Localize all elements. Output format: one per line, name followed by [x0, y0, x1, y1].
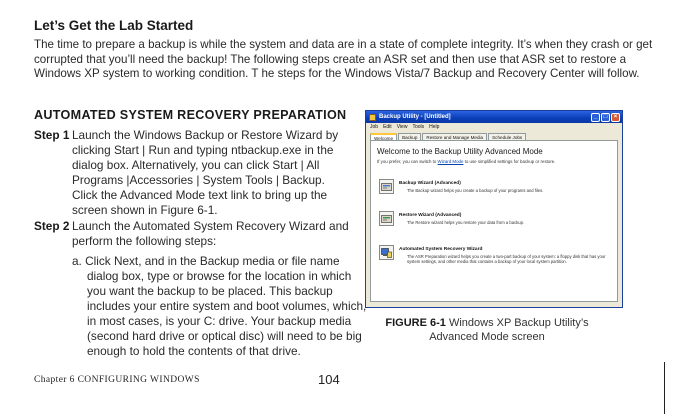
minimize-button[interactable]: _ [591, 112, 600, 122]
menu-edit[interactable]: Edit [383, 123, 392, 131]
backup-wizard-title: Backup Wizard (Advanced) [399, 181, 461, 186]
step-1-text: Launch the Windows Backup or Restore Wiz… [72, 128, 339, 217]
menu-help[interactable]: Help [429, 123, 439, 131]
footer-chapter: Chapter 6 CONFIGURING WINDOWS [34, 375, 200, 385]
page-number: 104 [318, 372, 340, 387]
menu-job[interactable]: Job [370, 123, 378, 131]
backup-wizard-icon [381, 182, 392, 191]
restore-wizard-desc: The Restore wizard helps you restore you… [407, 220, 525, 225]
step-2a-text: a. Click Next, and in the Backup media o… [72, 254, 367, 358]
tab-backup[interactable]: Backup [398, 133, 422, 140]
maximize-button[interactable]: □ [601, 112, 610, 122]
menu-tools[interactable]: Tools [412, 123, 424, 131]
asr-wizard-button[interactable] [379, 245, 394, 260]
section-heading-asr: AUTOMATED SYSTEM RECOVERY PREPARATION [34, 108, 347, 122]
restore-wizard-button[interactable] [379, 211, 394, 226]
tab-restore-manage-media[interactable]: Restore and Manage Media [422, 133, 488, 140]
welcome-subtitle: If you prefer, you can switch to Wizard … [377, 159, 555, 164]
intro-paragraph: The time to prepare a backup is while th… [34, 38, 653, 81]
backup-wizard-desc: The Backup wizard helps you create a bac… [407, 188, 544, 193]
welcome-panel: Welcome to the Backup Utility Advanced M… [370, 140, 618, 302]
welcome-title: Welcome to the Backup Utility Advanced M… [377, 147, 543, 156]
close-button[interactable]: × [611, 112, 620, 122]
step-1-label: Step 1 [34, 128, 70, 142]
window-titlebar: Backup Utility - [Untitled] _ □ × [366, 111, 622, 123]
asr-wizard-desc: The ASR Preparation wizard helps you cre… [407, 254, 606, 265]
asr-wizard-title: Automated System Recovery Wizard [399, 247, 483, 252]
backup-app-icon [369, 113, 376, 121]
section-heading-lab: Let’s Get the Lab Started [34, 18, 194, 33]
figure-label: FIGURE 6-1 [385, 317, 446, 329]
menu-bar: Job Edit View Tools Help [366, 123, 622, 131]
figure-screenshot-window: Backup Utility - [Untitled] _ □ × Job Ed… [365, 110, 623, 308]
restore-wizard-title: Restore Wizard (Advanced) [399, 213, 462, 218]
welcome-sub-pre: If you prefer, you can switch to [377, 159, 437, 164]
welcome-sub-post: to use simplified settings for backup or… [464, 159, 556, 164]
asr-wizard-icon [381, 247, 392, 258]
margin-rule [664, 362, 665, 414]
menu-view[interactable]: View [397, 123, 408, 131]
wizard-mode-link[interactable]: Wizard Mode [438, 159, 464, 164]
tab-strip: Welcome Backup Restore and Manage Media … [370, 133, 527, 141]
figure-caption-text: Windows XP Backup Utility’s Advanced Mod… [429, 317, 589, 343]
figure-caption: FIGURE 6-1 Windows XP Backup Utility’s A… [372, 316, 602, 344]
step-2-label: Step 2 [34, 219, 70, 233]
tab-welcome[interactable]: Welcome [370, 133, 398, 141]
restore-wizard-icon [381, 214, 392, 223]
tab-schedule-jobs[interactable]: Schedule Jobs [488, 133, 527, 140]
window-title: Backup Utility - [Untitled] [379, 114, 451, 120]
step-2-text: Launch the Automated System Recovery Wiz… [72, 219, 349, 248]
backup-wizard-button[interactable] [379, 179, 394, 194]
cut-off-text-line [120, 0, 370, 3]
